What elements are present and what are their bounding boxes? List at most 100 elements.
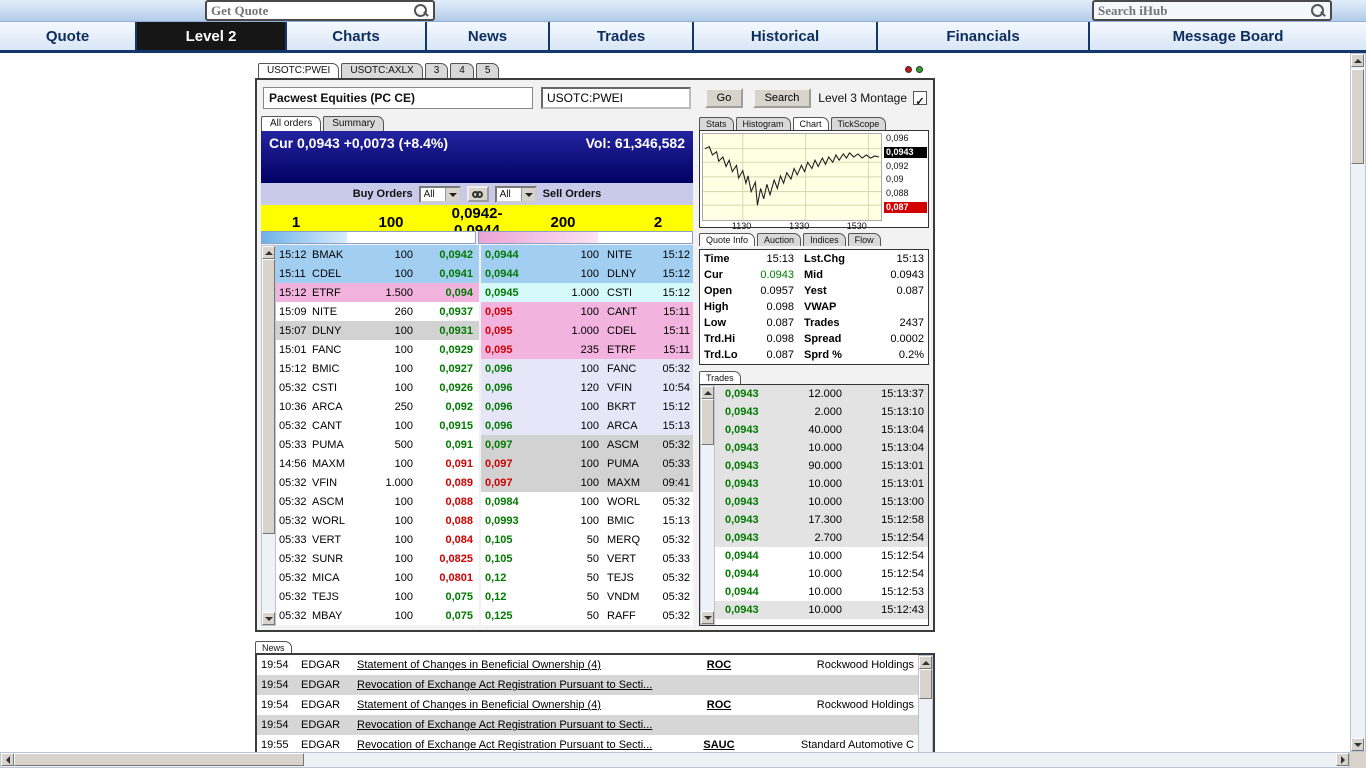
scrollbar-track[interactable] xyxy=(1351,67,1365,738)
nav-tab[interactable]: Message Board xyxy=(1090,22,1366,50)
workspace-tab[interactable]: USOTC:AXLX xyxy=(341,63,423,78)
search-icon[interactable] xyxy=(1310,3,1326,19)
buy-order-row[interactable]: 15:11 CDEL 100 0,0941 xyxy=(276,264,479,283)
sell-order-row[interactable]: 0,097 100 ASCM 05:32 xyxy=(481,435,693,454)
news-headline-link[interactable]: Revocation of Exchange Act Registration … xyxy=(357,739,688,751)
chart-tab[interactable]: Stats xyxy=(699,117,734,130)
sell-order-row[interactable]: 0,096 100 ARCA 15:13 xyxy=(481,416,693,435)
buy-order-row[interactable]: 05:32 VFIN 1.000 0,089 xyxy=(276,473,479,492)
sell-order-row[interactable]: 0,0993 100 BMIC 15:13 xyxy=(481,511,693,530)
search-button[interactable]: Search xyxy=(753,88,811,108)
buy-order-row[interactable]: 05:32 TEJS 100 0,075 xyxy=(276,587,479,606)
scroll-down-button[interactable] xyxy=(1351,738,1364,751)
scroll-up-button[interactable] xyxy=(1351,54,1364,67)
workspace-tab[interactable]: 5 xyxy=(475,63,500,78)
buy-order-row[interactable]: 05:32 CANT 100 0,0915 xyxy=(276,416,479,435)
workspace-tab[interactable]: 3 xyxy=(424,63,449,78)
sell-order-row[interactable]: 0,095 1.000 CDEL 15:11 xyxy=(481,321,693,340)
trades-tab[interactable]: Trades xyxy=(699,371,741,384)
nav-tab[interactable]: Trades xyxy=(550,22,694,50)
news-headline-link[interactable]: Statement of Changes in Beneficial Owner… xyxy=(357,659,688,671)
buy-order-row[interactable]: 05:32 MICA 100 0,0801 xyxy=(276,568,479,587)
montage-tab[interactable]: All orders xyxy=(261,116,322,131)
news-headline-link[interactable]: Statement of Changes in Beneficial Owner… xyxy=(357,699,688,711)
search-ihub-input[interactable] xyxy=(1094,2,1310,19)
news-symbol-link[interactable]: ROC xyxy=(688,659,750,671)
scrollbar-thumb[interactable] xyxy=(919,669,932,699)
sell-order-row[interactable]: 0,105 50 VERT 05:33 xyxy=(481,549,693,568)
chart-tab[interactable]: Histogram xyxy=(735,117,791,130)
nav-tab[interactable]: News xyxy=(427,22,550,50)
quote-info-tab[interactable]: Auction xyxy=(757,233,802,246)
workspace-tab[interactable]: USOTC:PWEI xyxy=(258,63,340,78)
news-symbol-link[interactable]: ROC xyxy=(688,699,750,711)
nav-tab[interactable]: Financials xyxy=(878,22,1090,50)
news-headline-link[interactable]: Revocation of Exchange Act Registration … xyxy=(357,719,688,731)
scroll-up-button[interactable] xyxy=(262,246,275,259)
scroll-left-button[interactable] xyxy=(1,753,14,766)
buy-filter-select[interactable]: All xyxy=(418,185,461,203)
sell-order-row[interactable]: 0,096 120 VFIN 10:54 xyxy=(481,378,693,397)
go-button[interactable]: Go xyxy=(705,88,743,108)
quote-info-tab[interactable]: Indices xyxy=(803,233,846,246)
buy-order-row[interactable]: 15:12 BMIC 100 0,0927 xyxy=(276,359,479,378)
sell-order-row[interactable]: 0,0984 100 WORL 05:32 xyxy=(481,492,693,511)
scrollbar-track[interactable] xyxy=(919,669,932,752)
sell-order-row[interactable]: 0,105 50 MERQ 05:32 xyxy=(481,530,693,549)
sell-order-row[interactable]: 0,0944 100 DLNY 15:12 xyxy=(481,264,693,283)
buy-order-row[interactable]: 05:32 CSTI 100 0,0926 xyxy=(276,378,479,397)
sell-order-row[interactable]: 0,095 235 ETRF 15:11 xyxy=(481,340,693,359)
scroll-up-button[interactable] xyxy=(701,386,714,399)
sell-order-row[interactable]: 0,125 50 RAFF 05:32 xyxy=(481,606,693,625)
buy-order-row[interactable]: 05:32 WORL 100 0,088 xyxy=(276,511,479,530)
scrollbar-thumb[interactable] xyxy=(262,259,275,535)
buy-order-row[interactable]: 14:56 MAXM 100 0,091 xyxy=(276,454,479,473)
nav-tab[interactable]: Historical xyxy=(694,22,878,50)
news-symbol-link[interactable]: SAUC xyxy=(688,739,750,751)
buy-order-row[interactable]: 05:33 VERT 100 0,084 xyxy=(276,530,479,549)
quote-info-tab[interactable]: Flow xyxy=(847,233,881,246)
link-filters-icon[interactable] xyxy=(466,186,489,202)
search-icon[interactable] xyxy=(413,3,429,19)
nav-tab[interactable]: Level 2 xyxy=(137,22,287,50)
news-headline-link[interactable]: Revocation of Exchange Act Registration … xyxy=(357,679,688,691)
chart-tab[interactable]: TickScope xyxy=(830,117,887,130)
buy-order-row[interactable]: 05:33 PUMA 500 0,091 xyxy=(276,435,479,454)
sell-order-row[interactable]: 0,096 100 BKRT 15:12 xyxy=(481,397,693,416)
buy-order-row[interactable]: 15:09 NITE 260 0,0937 xyxy=(276,302,479,321)
scroll-down-button[interactable] xyxy=(262,612,275,625)
buy-order-row[interactable]: 05:32 ASCM 100 0,088 xyxy=(276,492,479,511)
buy-order-row[interactable]: 10:36 ARCA 250 0,092 xyxy=(276,397,479,416)
quote-info-tab[interactable]: Quote Info xyxy=(699,233,756,246)
sell-order-row[interactable]: 0,0945 1.000 CSTI 15:12 xyxy=(481,283,693,302)
scroll-up-button[interactable] xyxy=(919,656,932,669)
sell-order-row[interactable]: 0,095 100 CANT 15:11 xyxy=(481,302,693,321)
buy-order-row[interactable]: 15:12 BMAK 100 0,0942 xyxy=(276,245,479,264)
scroll-down-button[interactable] xyxy=(701,611,714,624)
sell-filter-select[interactable]: All xyxy=(494,185,537,203)
workspace-tab[interactable]: 4 xyxy=(450,63,474,78)
sell-order-row[interactable]: 0,12 50 VNDM 05:32 xyxy=(481,587,693,606)
sell-order-row[interactable]: 0,12 50 TEJS 05:32 xyxy=(481,568,693,587)
buy-order-row[interactable]: 15:01 FANC 100 0,0929 xyxy=(276,340,479,359)
scroll-right-button[interactable] xyxy=(1336,753,1349,766)
scrollbar-thumb[interactable] xyxy=(14,753,304,766)
scrollbar-thumb[interactable] xyxy=(1351,69,1364,164)
scrollbar-track[interactable] xyxy=(701,399,714,611)
scrollbar-track[interactable] xyxy=(262,259,275,612)
buy-order-row[interactable]: 05:32 MBAY 100 0,075 xyxy=(276,606,479,625)
get-quote-input[interactable] xyxy=(207,2,413,19)
nav-tab[interactable]: Charts xyxy=(287,22,427,50)
symbol-input[interactable] xyxy=(541,87,691,109)
sell-order-row[interactable]: 0,096 100 FANC 05:32 xyxy=(481,359,693,378)
level3-checkbox[interactable] xyxy=(913,91,927,105)
buy-order-row[interactable]: 15:07 DLNY 100 0,0931 xyxy=(276,321,479,340)
scrollbar-thumb[interactable] xyxy=(701,399,714,445)
chart-tab[interactable]: Chart xyxy=(792,117,829,130)
sell-order-row[interactable]: 0,097 100 MAXM 09:41 xyxy=(481,473,693,492)
scrollbar-track[interactable] xyxy=(14,753,1336,767)
sell-order-row[interactable]: 0,097 100 PUMA 05:33 xyxy=(481,454,693,473)
sell-order-row[interactable]: 0,0944 100 NITE 15:12 xyxy=(481,245,693,264)
buy-order-row[interactable]: 05:32 SUNR 100 0,0825 xyxy=(276,549,479,568)
nav-tab[interactable]: Quote xyxy=(0,22,137,50)
